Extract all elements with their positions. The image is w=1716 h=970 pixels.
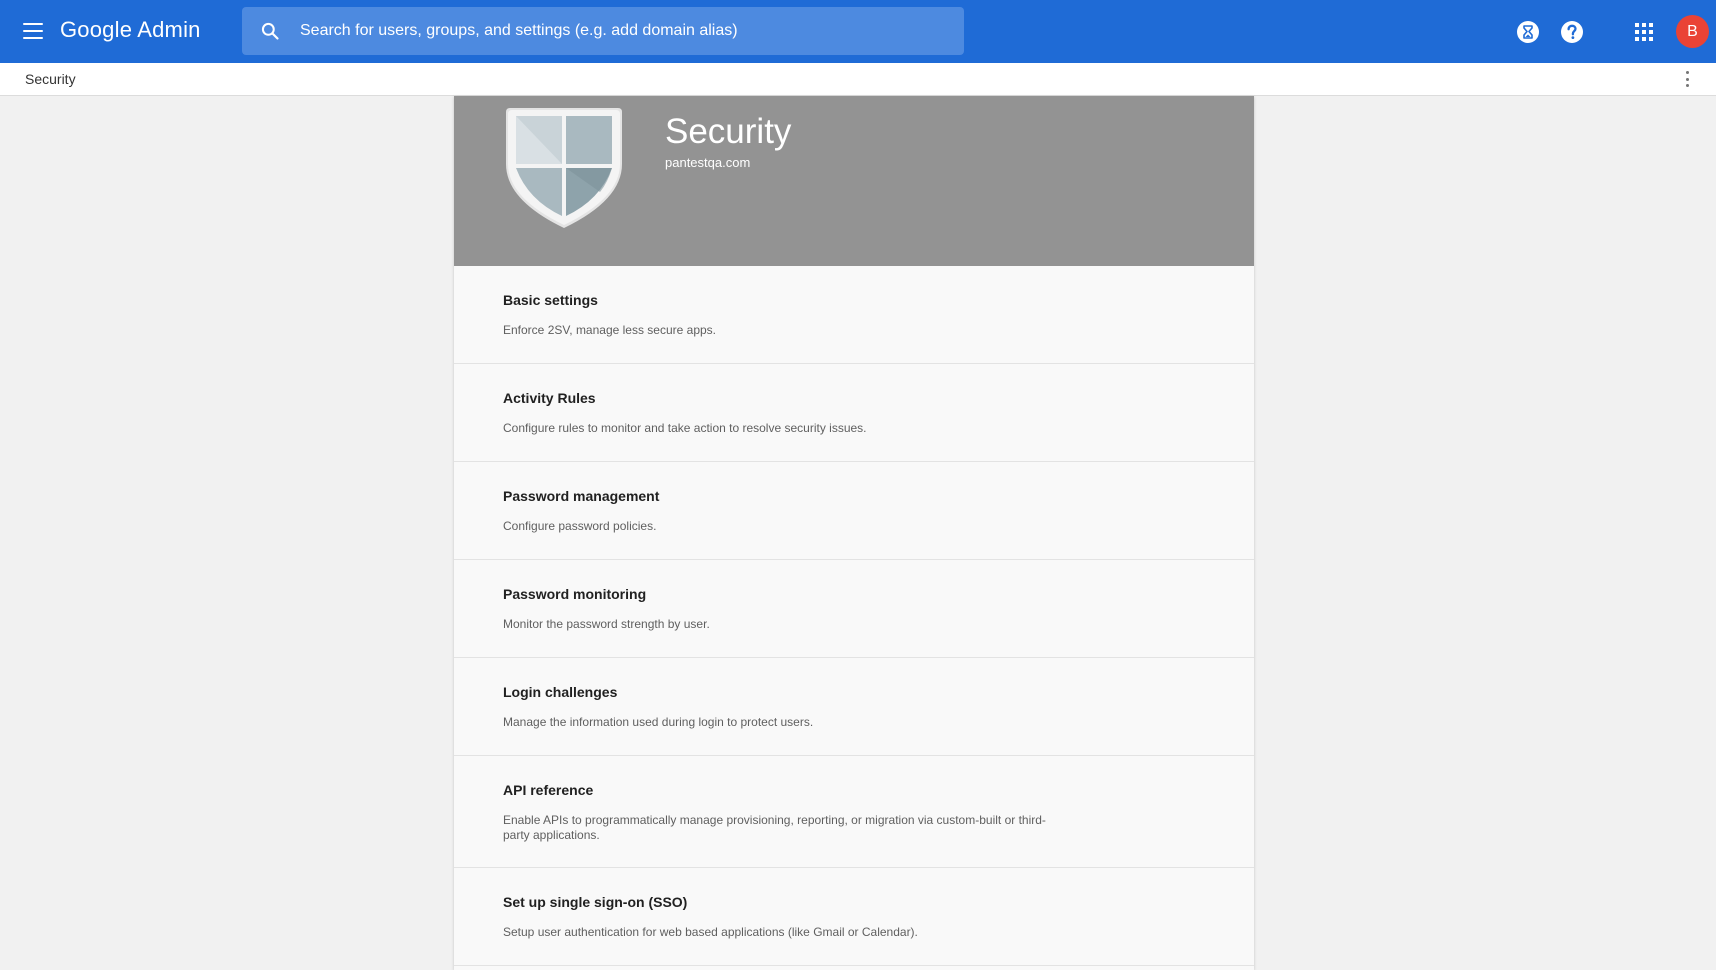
list-item-title: API reference [503,782,594,798]
hamburger-menu-icon-line-2 [23,30,43,32]
account-avatar[interactable]: B [1676,15,1709,48]
more-options-button[interactable] [1680,69,1694,89]
security-settings-list: Basic settings Enforce 2SV, manage less … [454,266,1254,966]
list-item-basic-settings[interactable]: Basic settings Enforce 2SV, manage less … [454,266,1254,364]
more-vertical-icon-dot-3 [1685,84,1689,87]
list-item-description: Monitor the password strength by user. [503,617,710,631]
breadcrumb[interactable]: Security [25,71,76,87]
hamburger-menu-icon-line-3 [23,37,43,39]
list-item-title: Password management [503,488,660,504]
hourglass-icon[interactable] [1516,20,1540,44]
list-item-description: Enable APIs to programmatically manage p… [503,813,1046,842]
list-item-password-monitoring[interactable]: Password monitoring Monitor the password… [454,560,1254,658]
search-input[interactable] [298,7,948,55]
main-menu-button[interactable] [20,20,46,42]
list-item-description: Enforce 2SV, manage less secure apps. [503,323,717,337]
list-item-description: Setup user authentication for web based … [503,925,918,939]
list-item-login-challenges[interactable]: Login challenges Manage the information … [454,658,1254,756]
list-item-activity-rules[interactable]: Activity Rules Configure rules to monito… [454,364,1254,462]
list-item-title: Login challenges [503,684,618,700]
list-item-password-management[interactable]: Password management Configure password p… [454,462,1254,560]
help-icon[interactable] [1560,20,1584,44]
apps-grid-icon[interactable] [1632,20,1656,44]
hamburger-menu-icon [23,23,43,25]
list-item-title: Set up single sign-on (SSO) [503,894,688,910]
list-item-description: Configure password policies. [503,519,657,533]
list-item-description: Manage the information used during login… [503,715,814,729]
domain-label: pantestqa.com [665,155,751,170]
security-card: Security pantestqa.com Basic settings En… [454,96,1254,970]
more-vertical-icon [1685,71,1689,74]
page-title: Security [665,112,792,151]
security-header: Security pantestqa.com [454,96,1254,266]
search-icon [261,22,279,40]
search-box[interactable] [242,7,964,55]
shield-icon [506,108,622,228]
list-item-title: Activity Rules [503,390,596,406]
list-item-title: Basic settings [503,292,598,308]
list-item-single-sign-on[interactable]: Set up single sign-on (SSO) Setup user a… [454,868,1254,966]
top-app-bar: Google Admin B [0,0,1716,63]
list-item-api-reference[interactable]: API reference Enable APIs to programmati… [454,756,1254,868]
app-logo[interactable]: Google Admin [60,17,201,43]
list-item-title: Password monitoring [503,586,647,602]
list-item-description: Configure rules to monitor and take acti… [503,421,867,435]
breadcrumb-bar: Security [0,63,1716,96]
more-vertical-icon-dot-2 [1685,77,1689,81]
